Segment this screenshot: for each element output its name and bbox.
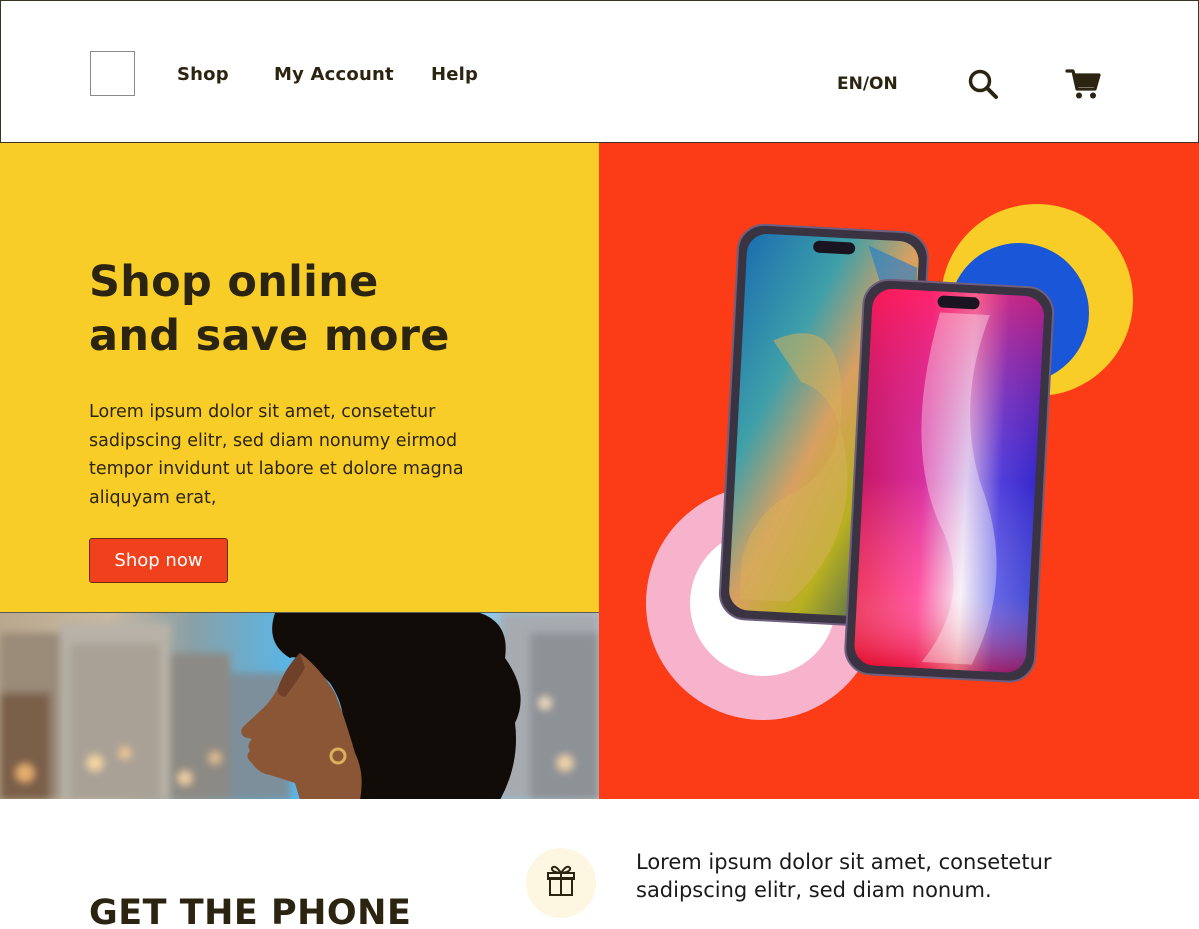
hero-product-panel [599,143,1199,799]
hero-title-line-2: and save more [89,311,450,361]
hero-title-line-1: Shop online [89,257,379,307]
phone-front [844,278,1055,683]
site-header: Shop My Account Help EN/ON [0,0,1199,143]
hero-title: Shop online and save more [89,255,559,363]
hero-photo-woman-profile [0,612,599,799]
gift-icon [547,865,575,896]
nav-shop-link[interactable]: Shop [177,64,229,85]
phones-illustration [646,204,1133,720]
section-title: GET THE PHONE [89,893,412,929]
woman-profile-image [0,613,599,799]
nav-help-link[interactable]: Help [431,64,478,85]
hero-panel: Shop online and save more Lorem ipsum do… [0,143,599,612]
nav-my-account-link[interactable]: My Account [274,64,394,85]
cart-button[interactable] [1065,67,1101,101]
shop-now-button[interactable]: Shop now [89,538,228,583]
feature-description: Lorem ipsum dolor sit amet, consetetur s… [636,850,1052,902]
language-selector[interactable]: EN/ON [837,74,898,94]
cart-icon [1065,69,1101,99]
search-button[interactable] [966,67,1000,101]
hero-description: Lorem ipsum dolor sit amet, consetetur s… [89,402,464,508]
search-icon [968,69,998,99]
logo-placeholder[interactable] [90,51,135,96]
gift-feature-badge [526,848,596,918]
